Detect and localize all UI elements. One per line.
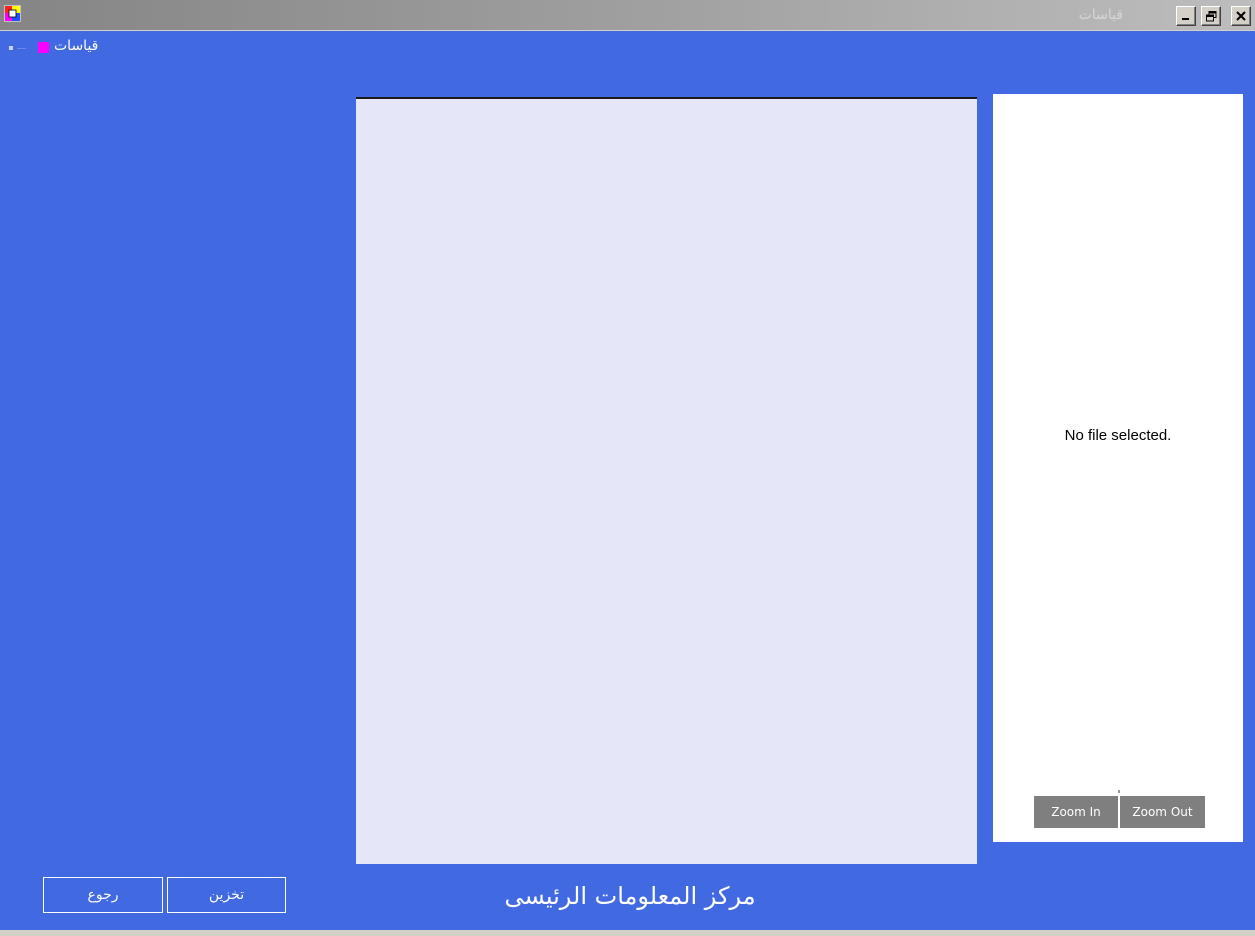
title-bar[interactable]: قياسات [0,0,1255,31]
menu-item-color-icon[interactable] [38,42,49,53]
zoom-divider [1118,790,1120,793]
file-viewer-panel: No file selected. Zoom In Zoom Out [993,94,1243,842]
footer-title: مركز المعلومات الرئيسى [504,882,756,910]
restore-button[interactable] [1201,6,1221,26]
main-window: قياسات قياسات No file selected. Zoom In … [0,0,1255,936]
window-title: قياسات [1078,7,1123,23]
menu-item-measurements[interactable]: قياسات [54,38,98,54]
close-button[interactable] [1231,6,1251,26]
menu-separator [17,48,26,49]
back-button[interactable]: رجوع [43,877,163,913]
bottom-border [0,930,1255,936]
zoom-in-button[interactable]: Zoom In [1034,796,1118,828]
menu-strip: قياسات [0,31,200,61]
data-panel[interactable] [356,97,977,864]
save-button[interactable]: تخزين [167,877,286,913]
zoom-out-button[interactable]: Zoom Out [1120,796,1205,828]
restore-icon [1205,10,1217,22]
minimize-icon [1181,11,1191,21]
minimize-button[interactable] [1176,6,1196,26]
close-icon [1236,11,1246,21]
app-icon[interactable] [4,5,21,22]
viewer-status-text: No file selected. [1064,427,1172,444]
grip-handle-icon[interactable] [9,46,13,50]
